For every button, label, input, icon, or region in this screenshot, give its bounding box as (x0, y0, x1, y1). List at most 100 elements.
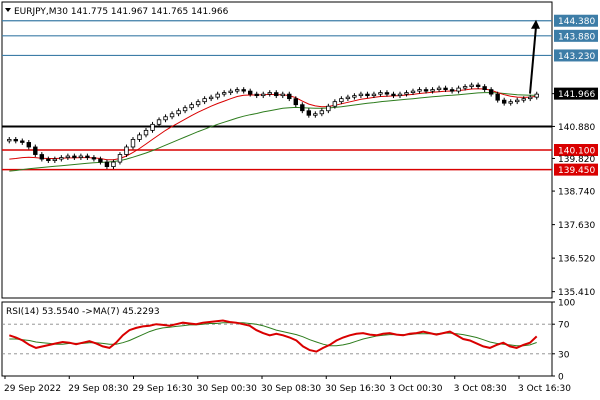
candle-body (495, 93, 500, 101)
candle-body (98, 158, 103, 163)
candle-body (208, 96, 214, 100)
price-tick-label: 135.410 (558, 288, 595, 298)
candle-body (501, 99, 507, 104)
candle-body (163, 116, 168, 121)
candle-body (267, 92, 272, 95)
candle-body (508, 101, 513, 104)
candle-body (430, 89, 435, 92)
candle-body (176, 110, 181, 115)
current-price-label: 141.966 (558, 90, 595, 100)
time-label: 29 Sep 2022 (4, 384, 61, 394)
time-label: 29 Sep 16:30 (133, 384, 193, 394)
candle-body (384, 92, 390, 95)
time-label: 29 Sep 08:30 (68, 384, 128, 394)
candle-body (215, 93, 220, 98)
candle-body (261, 93, 266, 97)
candle-body (202, 98, 207, 103)
candle-body (482, 86, 487, 90)
level-label: 143.230 (558, 52, 595, 62)
candle-body (78, 155, 84, 158)
candle-body (293, 98, 298, 106)
candle-body (234, 89, 240, 92)
candle-body (280, 93, 285, 97)
rsi-axis: 100 70 30 0 (552, 299, 575, 383)
candle-body (143, 129, 149, 136)
candle-body (130, 139, 136, 148)
candle-body (254, 93, 259, 97)
candle-body (378, 92, 383, 95)
candle-body (365, 93, 370, 97)
candle-body (150, 123, 155, 131)
candle-body (397, 93, 403, 97)
candle-body (358, 93, 364, 97)
time-label: 30 Sep 16:30 (325, 384, 385, 394)
candle-body (528, 96, 533, 100)
candle-body (13, 139, 18, 142)
candle-body (20, 140, 25, 143)
candle-body (104, 161, 110, 168)
candle-body (417, 89, 422, 92)
candle-body (156, 119, 162, 125)
candle-body (515, 99, 520, 103)
time-label: 3 Oct 08:30 (454, 384, 507, 394)
candle-body (241, 89, 246, 92)
rsi-tick-label: 0 (558, 373, 564, 383)
candle-body (137, 134, 142, 140)
candle-body (462, 86, 468, 89)
candle-body (521, 98, 526, 101)
price-tick-label: 138.740 (558, 188, 595, 198)
candle-body (182, 107, 188, 112)
candle-body (300, 104, 305, 112)
candle-body (33, 146, 38, 155)
time-label: 30 Sep 08:30 (261, 384, 321, 394)
candle-body (469, 84, 474, 87)
level-label: 143.880 (558, 32, 595, 42)
price-tick-label: 137.630 (558, 221, 595, 231)
rsi-tick-label: 100 (558, 299, 575, 309)
candle-body (85, 155, 90, 158)
candle-body (39, 154, 45, 160)
candle-body (111, 161, 116, 168)
candle-body (46, 158, 51, 161)
chart-title: EURJPY,M30 141.775 141.967 141.765 141.9… (14, 7, 229, 17)
candle-body (319, 110, 325, 115)
candle-body (26, 142, 31, 148)
candle-body (189, 104, 194, 109)
candle-body (287, 93, 292, 100)
candle-body (169, 113, 175, 118)
candle-body (117, 154, 123, 163)
price-axis: 144.380143.880143.230140.100139.450141.9… (552, 14, 598, 298)
time-axis: 29 Sep 2022 29 Sep 08:30 29 Sep 16:30 30 Se… (4, 376, 571, 394)
rsi-tick-label: 30 (558, 350, 570, 360)
candle-body (91, 157, 97, 160)
candle-body (449, 89, 455, 92)
chart-window: 144.380 143.880 143.230 140.100 139.450 141.9… (0, 0, 600, 400)
candle-body (65, 155, 71, 158)
candle-body (475, 84, 481, 87)
candle-body (371, 93, 377, 97)
candle-body (248, 90, 253, 95)
candle-body (326, 105, 331, 112)
price-tick-label: 139.820 (558, 155, 595, 165)
time-label: 30 Sep 00:30 (197, 384, 257, 394)
candle-body (423, 89, 429, 92)
candle-body (306, 110, 312, 116)
price-tick-label: 140.880 (558, 123, 595, 133)
candle-body (534, 93, 539, 98)
candle-body (59, 157, 64, 160)
candle-body (443, 87, 448, 90)
candle-body (274, 92, 279, 97)
time-label: 3 Oct 00:30 (390, 384, 443, 394)
candle-body (195, 101, 201, 106)
chart-canvas: 144.380143.880143.230140.100139.450141.9… (1, 1, 598, 394)
candle-body (313, 113, 318, 116)
candle-body (404, 92, 409, 95)
candle-body (52, 158, 58, 161)
time-label: 3 Oct 16:30 (518, 384, 571, 394)
candle-body (124, 146, 129, 155)
candle-body (436, 87, 442, 90)
candle-body (410, 90, 416, 94)
symbol-header: EURJPY,M30 141.775 141.967 141.765 141.9… (5, 7, 229, 17)
candle-body (7, 139, 12, 142)
candle-body (391, 93, 396, 97)
